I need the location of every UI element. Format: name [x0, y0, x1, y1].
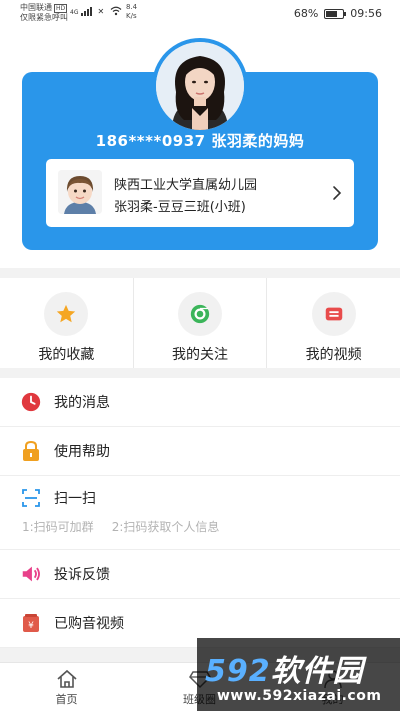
- watermark-url: www.592xiazai.com: [217, 688, 382, 704]
- wifi-icon: [110, 6, 122, 16]
- nav-home-label: 首页: [55, 693, 78, 706]
- emergency-only-text: 仅限紧急呼叫: [20, 13, 68, 22]
- scan-hint-personal-info: 2:扫码获取个人信息: [111, 520, 220, 534]
- watermark-logo-text: 软件园: [270, 654, 364, 689]
- parent-photo: [156, 42, 244, 130]
- home-icon: [56, 669, 77, 688]
- scan-label: 扫一扫: [54, 491, 96, 507]
- clock: 09:56: [350, 7, 382, 20]
- svg-text:¥: ¥: [28, 621, 34, 631]
- watermark-logo-number: 592: [205, 654, 271, 689]
- lock-icon: [20, 440, 42, 462]
- menu-item-scan[interactable]: 扫一扫: [0, 476, 400, 520]
- battery-percent: 68%: [293, 7, 319, 20]
- carrier-info: 中国联通 HD 仅限紧急呼叫: [20, 3, 68, 23]
- menu-item-help[interactable]: 使用帮助: [0, 427, 400, 476]
- menu-item-feedback[interactable]: 投诉反馈: [0, 550, 400, 599]
- signal-icon: 4G ✕: [70, 6, 122, 16]
- settings-menu: 我的消息 使用帮助 扫一扫 1:扫码可加群 2:扫码获取个人信息 投诉反馈 ¥ …: [0, 378, 400, 648]
- network-type: 4G: [70, 9, 79, 16]
- purchased-label: 已购音视频: [54, 616, 124, 632]
- child-school-card[interactable]: 陕西工业大学直属幼儿园 张羽柔-豆豆三班(小班): [46, 159, 354, 227]
- help-label: 使用帮助: [54, 444, 110, 460]
- my-videos-label: 我的视频: [305, 347, 362, 363]
- carrier-name: 中国联通: [20, 3, 52, 12]
- scan-icon: [20, 487, 42, 509]
- star-icon: [44, 292, 89, 336]
- child-avatar: [58, 170, 102, 214]
- watermark-logo: 592软件园: [205, 646, 364, 690]
- chrome-icon: [178, 292, 222, 336]
- menu-item-messages[interactable]: 我的消息: [0, 378, 400, 427]
- chevron-right-icon: [333, 186, 342, 200]
- speed-value: 8.4: [126, 3, 138, 11]
- favorites-button[interactable]: 我的收藏: [0, 278, 134, 368]
- feedback-label: 投诉反馈: [54, 567, 110, 583]
- parent-display-name: 186****0937 张羽柔的妈妈: [95, 132, 305, 150]
- purchase-icon: ¥: [20, 612, 42, 634]
- following-label: 我的关注: [172, 347, 228, 363]
- parent-avatar[interactable]: [152, 38, 248, 134]
- scan-section: 扫一扫 1:扫码可加群 2:扫码获取个人信息: [0, 476, 400, 550]
- following-button[interactable]: 我的关注: [134, 278, 268, 368]
- favorites-label: 我的收藏: [38, 347, 95, 363]
- hd-badge: HD: [54, 4, 68, 13]
- network-speed: 8.4 K/s: [126, 3, 137, 21]
- child-class: 张羽柔-豆豆三班(小班): [114, 200, 246, 215]
- school-name: 陕西工业大学直属幼儿园: [114, 178, 258, 193]
- quick-actions: 我的收藏 我的关注 我的视频: [0, 278, 400, 368]
- speed-unit: K/s: [126, 12, 137, 20]
- clock-icon: [20, 391, 42, 413]
- battery-icon: [324, 8, 347, 19]
- child-photo: [58, 170, 102, 214]
- status-bar: 中国联通 HD 仅限紧急呼叫 4G ✕ 8.4 K/s 68% 09:56: [0, 0, 400, 28]
- scan-hint-join-group: 1:扫码可加群: [22, 520, 94, 534]
- my-videos-button[interactable]: 我的视频: [267, 278, 400, 368]
- video-ticket-icon: [311, 292, 356, 336]
- watermark: 592软件园 www.592xiazai.com: [197, 638, 400, 711]
- no-signal-icon: ✕: [97, 7, 105, 16]
- speaker-icon: [20, 563, 42, 585]
- messages-label: 我的消息: [54, 395, 110, 411]
- nav-home[interactable]: 首页: [0, 663, 133, 711]
